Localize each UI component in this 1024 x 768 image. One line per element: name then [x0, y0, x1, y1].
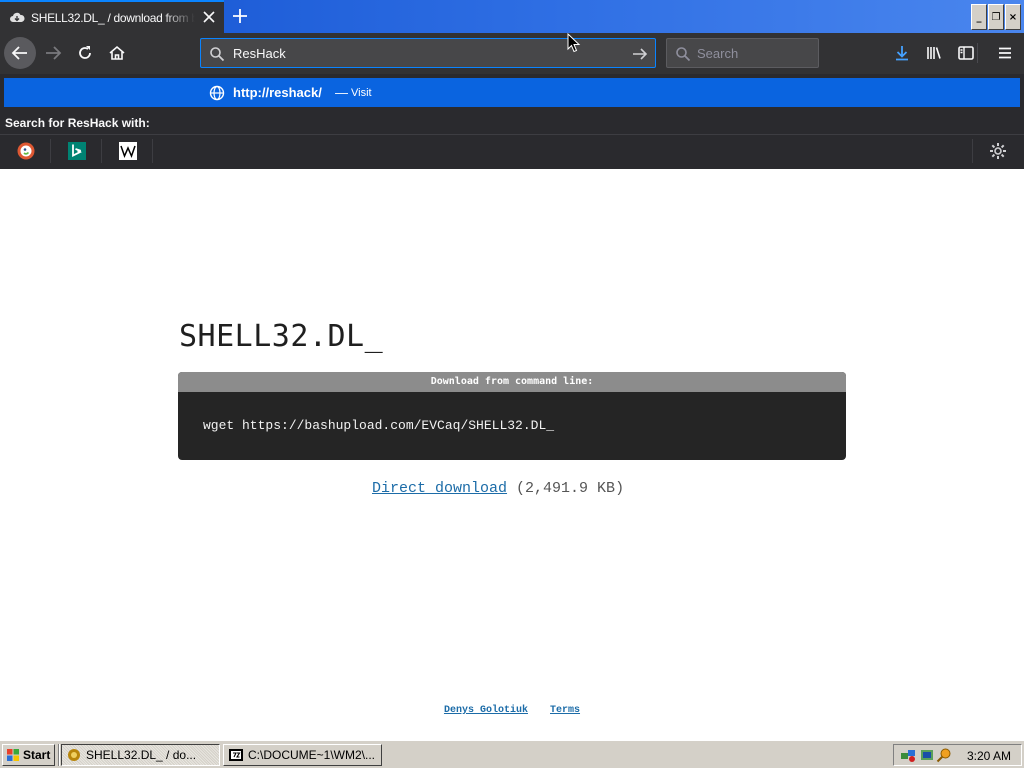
footer: Denys Golotiuk Terms [0, 705, 1024, 716]
hamburger-menu-icon [999, 47, 1011, 59]
search-engine-bar [0, 134, 1024, 167]
home-button[interactable] [101, 37, 133, 69]
terms-link[interactable]: Terms [550, 705, 580, 716]
suggestion-dash: — [335, 85, 348, 100]
sidebar-icon [958, 46, 974, 60]
file-size: (2,491.9 KB) [516, 480, 625, 497]
start-label: Start [23, 748, 51, 762]
close-tab-icon[interactable] [202, 10, 216, 24]
app-tray-icon[interactable] [919, 747, 935, 763]
taskbar-item-label: SHELL32.DL_ / do... [86, 748, 197, 762]
go-arrow-icon[interactable] [631, 45, 649, 63]
direct-download-link[interactable]: Direct download [372, 480, 507, 497]
wget-command[interactable]: wget https://bashupload.com/EVCaq/SHELL3… [203, 418, 554, 433]
taskbar: Start SHELL32.DL_ / do... C:\DOCUME~1\WM… [0, 740, 1024, 768]
search-icon [676, 47, 691, 62]
suggestion-url: http://reshack/ [233, 85, 322, 100]
tab-title: SHELL32.DL_ / download from bashupload.c… [31, 10, 195, 25]
suggestion-action: Visit [351, 87, 372, 99]
library-button[interactable] [918, 37, 950, 69]
search-icon [210, 47, 225, 62]
browser-tab[interactable]: SHELL32.DL_ / download from bashupload.c… [0, 0, 224, 33]
command-line-box: Download from command line: wget https:/… [178, 372, 846, 460]
cloud-favicon-icon [10, 12, 25, 22]
address-bar[interactable] [200, 38, 656, 68]
wikipedia-icon[interactable] [118, 141, 138, 161]
engine-separator [50, 139, 51, 163]
start-button[interactable]: Start [2, 744, 55, 766]
engine-separator [101, 139, 102, 163]
mouse-cursor-icon [567, 33, 581, 53]
search-with-label: Search for ResHack with: [5, 116, 150, 130]
close-window-button[interactable]: × [1005, 4, 1021, 30]
engine-separator [152, 139, 153, 163]
bing-icon[interactable] [67, 141, 87, 161]
arrow-left-icon [11, 46, 27, 60]
command-box-header: Download from command line: [178, 372, 846, 392]
engine-separator [972, 139, 973, 163]
taskbar-item-firefox[interactable]: SHELL32.DL_ / do... [61, 744, 220, 766]
navigation-toolbar [0, 33, 1024, 74]
duckduckgo-icon[interactable] [16, 141, 36, 161]
download-arrow-icon [896, 46, 908, 61]
library-icon [927, 47, 941, 59]
arrow-right-icon [46, 46, 62, 60]
7zip-icon [229, 749, 243, 761]
back-button[interactable] [4, 37, 36, 69]
network-icon[interactable] [900, 747, 916, 763]
author-link[interactable]: Denys Golotiuk [444, 705, 528, 716]
taskbar-item-label: C:\DOCUME~1\WM2\... [248, 748, 376, 762]
toolbar-separator [977, 43, 978, 63]
globe-icon [209, 85, 225, 101]
search-tray-icon[interactable] [936, 747, 952, 763]
search-input[interactable] [697, 39, 815, 67]
menu-button[interactable] [989, 37, 1021, 69]
forward-button[interactable] [37, 37, 69, 69]
system-tray: 3:20 AM [893, 744, 1022, 766]
download-line: Direct download (2,491.9 KB) [372, 480, 624, 497]
reload-icon [79, 46, 91, 59]
home-icon [109, 45, 125, 60]
url-suggestions-popup: http://reshack/ — Visit Search for ResHa… [0, 74, 1024, 169]
address-input[interactable] [233, 39, 613, 67]
reload-button[interactable] [69, 37, 101, 69]
taskbar-separator [58, 744, 60, 766]
browser-window-icon [68, 749, 80, 761]
page-content: SHELL32.DL_ Download from command line: … [0, 169, 1024, 739]
windows-logo-icon [7, 749, 19, 761]
gear-icon[interactable] [988, 141, 1008, 161]
search-bar[interactable] [666, 38, 819, 68]
page-title: SHELL32.DL_ [179, 319, 384, 354]
downloads-button[interactable] [886, 37, 918, 69]
title-bar: SHELL32.DL_ / download from bashupload.c… [0, 0, 1024, 33]
taskbar-item-7zip[interactable]: C:\DOCUME~1\WM2\... [223, 744, 382, 766]
clock: 3:20 AM [966, 749, 1011, 763]
suggestion-row[interactable]: http://reshack/ — Visit [4, 78, 1020, 107]
restore-window-button[interactable]: ❐ [988, 4, 1004, 30]
new-tab-icon[interactable] [230, 6, 250, 26]
minimize-window-button[interactable]: _ [971, 4, 987, 30]
